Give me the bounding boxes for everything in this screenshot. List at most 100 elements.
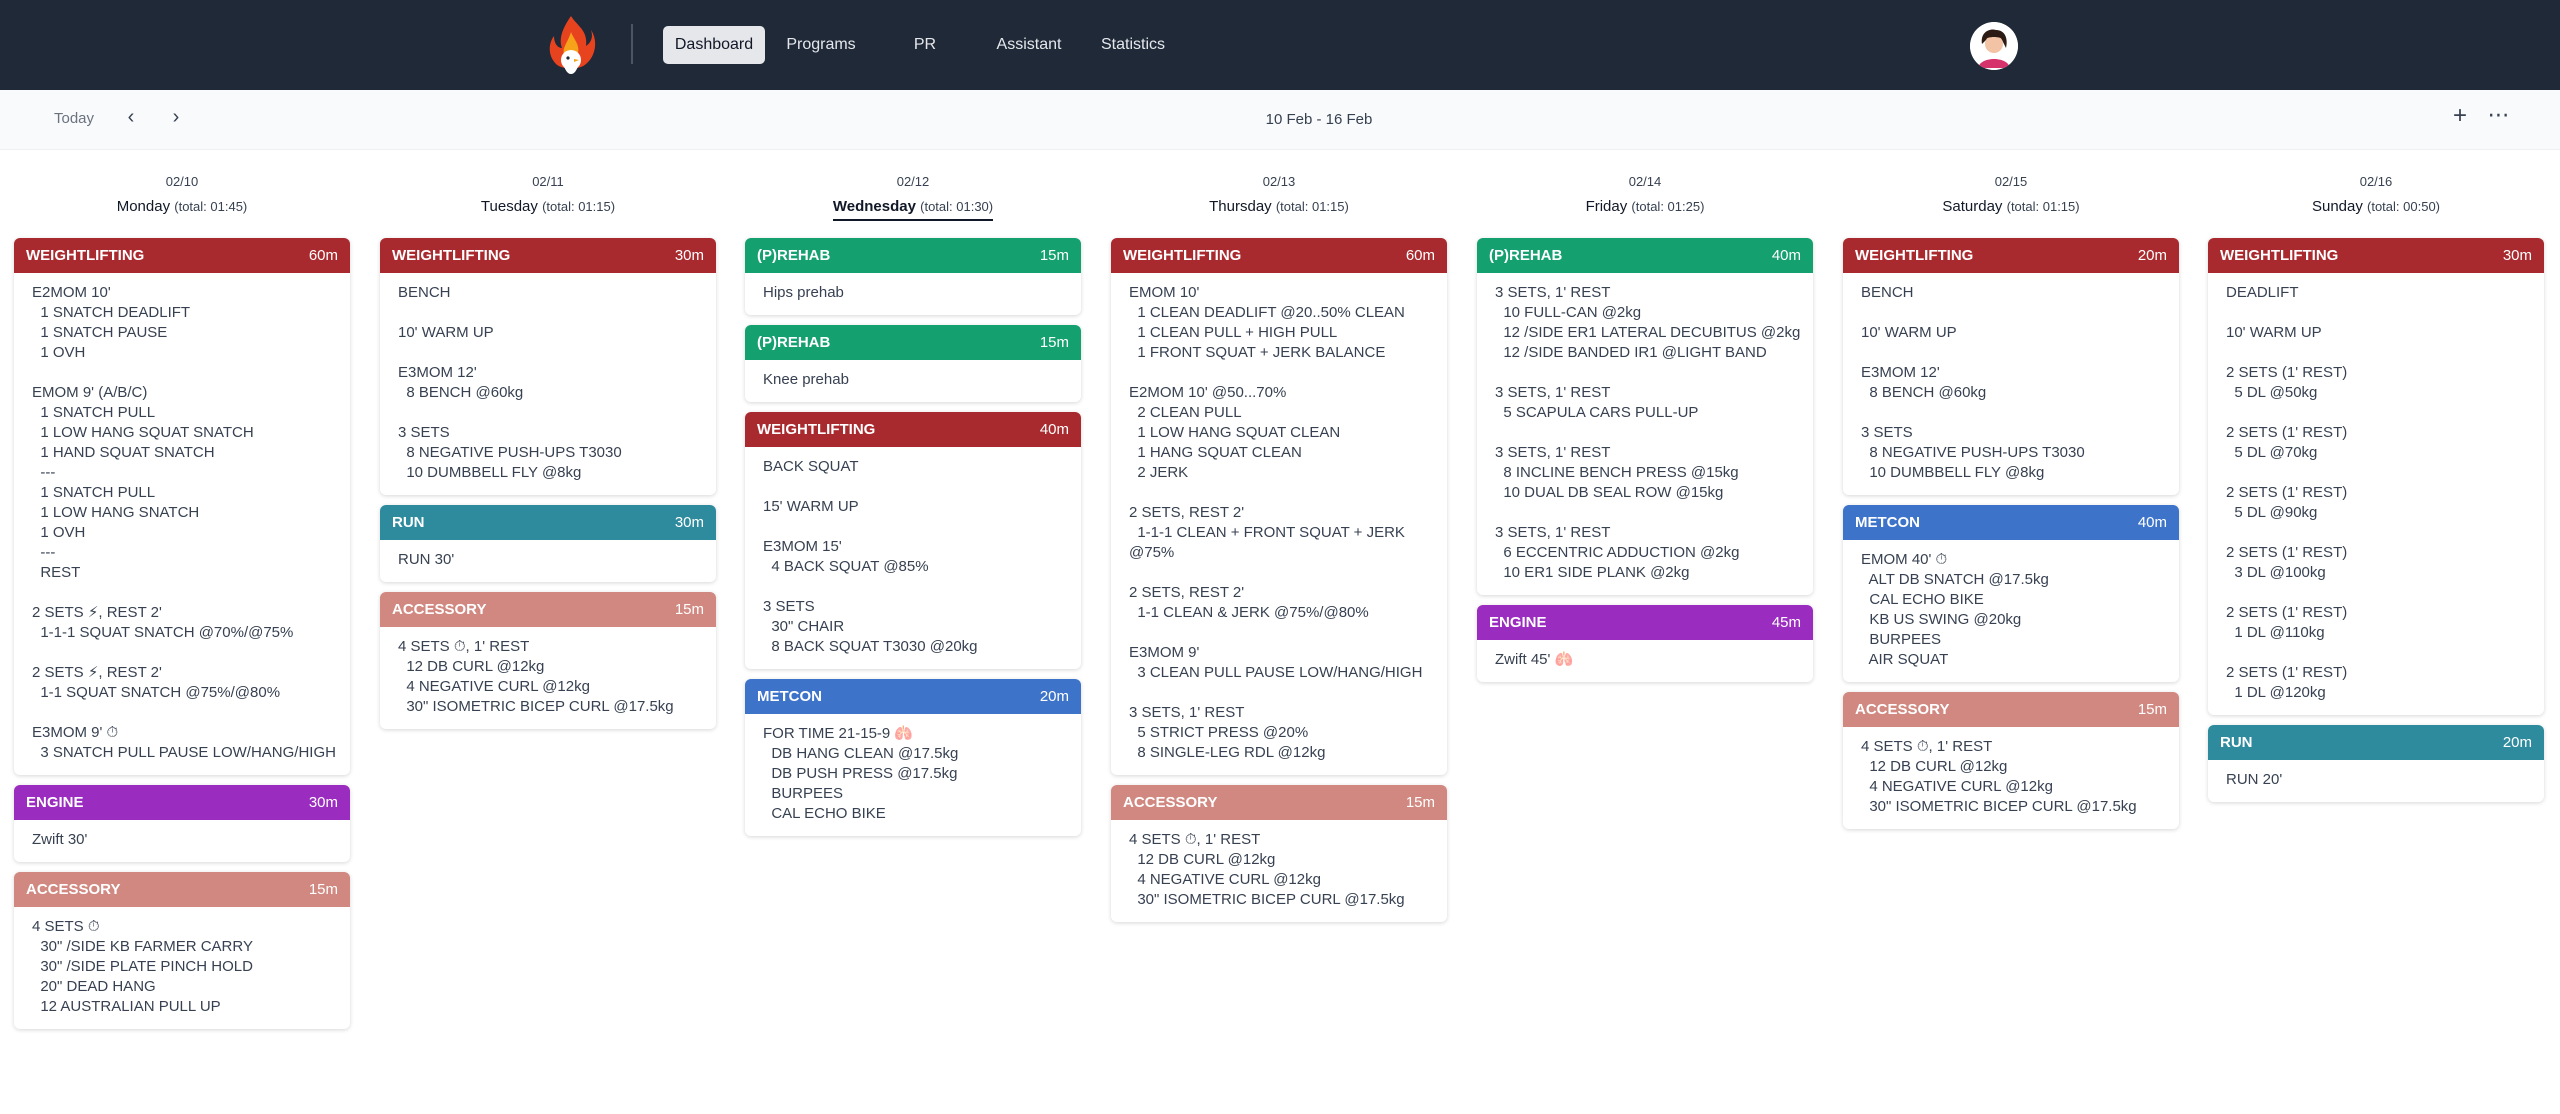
workout-line: 8 NEGATIVE PUSH-UPS T3030 (398, 444, 622, 461)
workout-card-weightlifting[interactable]: WEIGHTLIFTING 30m DEADLIFT 10' WARM UP 2 SET… (2208, 238, 2544, 715)
workout-line: 2 SETS (1' REST) (2226, 664, 2348, 681)
workout-card-engine[interactable]: ENGINE 30m Zwift 30' (14, 785, 350, 862)
workout-line: 12 DB CURL @12kg (398, 658, 545, 675)
day-header[interactable]: 02/10 Monday (total: 01:45) (14, 150, 350, 238)
day-name: Thursday (1209, 198, 1272, 215)
day-title: Wednesday (total: 01:30) (745, 198, 1081, 221)
workout-card-run[interactable]: RUN 20m RUN 20' (2208, 725, 2544, 802)
workout-card-body: RUN 20' (2208, 760, 2544, 802)
date-range-label: 10 Feb - 16 Feb (1265, 111, 1373, 128)
line-spacer (1495, 503, 1795, 523)
workout-card-body: Knee prehab (745, 360, 1081, 402)
workout-card-weightlifting[interactable]: WEIGHTLIFTING 20m BENCH 10' WARM UP E3MOM 12… (1843, 238, 2179, 495)
workout-type: (P)REHAB (1489, 247, 1563, 264)
workout-line: 2 SETS ⚡, REST 2' (32, 664, 162, 681)
workout-card-header: WEIGHTLIFTING 20m (1843, 238, 2179, 273)
day-total: (total: 00:50) (2367, 199, 2441, 214)
workout-line: 12 DB CURL @12kg (1861, 758, 2008, 775)
workout-card-header: (P)REHAB 15m (745, 325, 1081, 360)
workout-card-engine[interactable]: ENGINE 45m Zwift 45' 🫁 (1477, 605, 1813, 682)
workout-line: E3MOM 12' (1861, 364, 1940, 381)
workout-card-weightlifting[interactable]: WEIGHTLIFTING 60m E2MOM 10' 1 SNATCH DEADL… (14, 238, 350, 775)
workout-line: Knee prehab (763, 371, 849, 388)
workout-line: E3MOM 9' (1129, 644, 1200, 661)
nav-pr[interactable]: PR (877, 26, 973, 64)
day-header[interactable]: 02/15 Saturday (total: 01:15) (1843, 150, 2179, 238)
workout-duration: 40m (1771, 247, 1801, 264)
workout-card-weightlifting[interactable]: WEIGHTLIFTING 60m EMOM 10' 1 CLEAN DEADLIF… (1111, 238, 1447, 775)
workout-line: 20" DEAD HANG (32, 978, 156, 995)
workout-line: 10 DUMBBELL FLY @8kg (1861, 464, 2045, 481)
workout-type: ACCESSORY (1123, 794, 1218, 811)
workout-line: 30" /SIDE KB FARMER CARRY (32, 938, 253, 955)
workout-line: 6 ECCENTRIC ADDUCTION @2kg (1495, 544, 1740, 561)
workout-line: KB US SWING @20kg (1861, 611, 2022, 628)
workout-card-body: 3 SETS, 1' REST 10 FULL-CAN @2kg 12 /SID… (1477, 273, 1813, 595)
line-spacer (1495, 423, 1795, 443)
workout-line: 3 SETS, 1' REST (1495, 524, 1611, 541)
more-horizontal-icon[interactable]: ⋯ (2485, 102, 2513, 128)
workout-line: DB HANG CLEAN @17.5kg (763, 745, 959, 762)
workout-card-body: DEADLIFT 10' WARM UP 2 SETS (1' REST) 5 DL… (2208, 273, 2544, 715)
day-header[interactable]: 02/13 Thursday (total: 01:15) (1111, 150, 1447, 238)
day-total: (total: 01:30) (920, 199, 994, 214)
day-total: (total: 01:15) (2006, 199, 2080, 214)
day-header[interactable]: 02/14 Friday (total: 01:25) (1477, 150, 1813, 238)
nav-statistics[interactable]: Statistics (1085, 26, 1181, 64)
nav-dashboard[interactable]: Dashboard (663, 26, 765, 64)
workout-card-run[interactable]: RUN 30m RUN 30' (380, 505, 716, 582)
workout-line: 30" CHAIR (763, 618, 845, 635)
workout-type: WEIGHTLIFTING (392, 247, 511, 264)
workout-line: E3MOM 12' (398, 364, 477, 381)
chevron-left-icon[interactable]: ‹ (120, 106, 142, 130)
workout-line: 30" ISOMETRIC BICEP CURL @17.5kg (1129, 891, 1405, 908)
day-title: Saturday (total: 01:15) (1843, 198, 2179, 215)
workout-card-accessory[interactable]: ACCESSORY 15m 4 SETS ⏱, 1' REST 12 DB CURL… (1111, 785, 1447, 922)
day-date: 02/15 (1994, 174, 2028, 189)
line-spacer (1129, 623, 1429, 643)
workout-line: 1 LOW HANG SQUAT SNATCH (32, 424, 254, 441)
workout-line: 30" ISOMETRIC BICEP CURL @17.5kg (1861, 798, 2137, 815)
workout-card-accessory[interactable]: ACCESSORY 15m 4 SETS ⏱, 1' REST 12 DB CURL… (1843, 692, 2179, 829)
workout-card-prehab[interactable]: (P)REHAB 15m Hips prehab (745, 238, 1081, 315)
nav-assistant[interactable]: Assistant (981, 26, 1077, 64)
nav-programs[interactable]: Programs (773, 26, 869, 64)
workout-card-body: Hips prehab (745, 273, 1081, 315)
workout-card-metcon[interactable]: METCON 20m FOR TIME 21-15-9 🫁 DB HANG CLEA… (745, 679, 1081, 836)
workout-line: E3MOM 15' (763, 538, 842, 555)
day-header[interactable]: 02/16 Sunday (total: 00:50) (2208, 150, 2544, 238)
workout-line: DEADLIFT (2226, 284, 2299, 301)
workout-card-metcon[interactable]: METCON 40m EMOM 40' ⏱ ALT DB SNATCH @17.5k… (1843, 505, 2179, 682)
plus-icon[interactable]: + (2448, 102, 2472, 130)
workout-card-accessory[interactable]: ACCESSORY 15m 4 SETS ⏱, 1' REST 12 DB CURL… (380, 592, 716, 729)
chevron-right-icon[interactable]: › (165, 106, 187, 130)
workout-card-header: METCON 20m (745, 679, 1081, 714)
workout-card-weightlifting[interactable]: WEIGHTLIFTING 40m BACK SQUAT 15' WARM UP E3M… (745, 412, 1081, 669)
line-spacer (1495, 363, 1795, 383)
workout-line: 12 /SIDE BANDED IR1 @LIGHT BAND (1495, 344, 1767, 361)
line-spacer (398, 303, 698, 323)
workout-line: BURPEES (763, 785, 844, 802)
workout-line: DB PUSH PRESS @17.5kg (763, 765, 958, 782)
workout-card-accessory[interactable]: ACCESSORY 15m 4 SETS ⏱ 30" /SIDE KB FARMER… (14, 872, 350, 1029)
workout-line: 30" ISOMETRIC BICEP CURL @17.5kg (398, 698, 674, 715)
today-button[interactable]: Today (54, 110, 94, 127)
workout-line: 1 DL @120kg (2226, 684, 2326, 701)
line-spacer (32, 583, 332, 603)
workout-card-body: 4 SETS ⏱, 1' REST 12 DB CURL @12kg 4 NEG… (1843, 727, 2179, 829)
workout-type: ACCESSORY (392, 601, 487, 618)
workout-line: 1-1-1 SQUAT SNATCH @70%/@75% (32, 624, 294, 641)
workout-line: 1-1 CLEAN & JERK @75%/@80% (1129, 604, 1369, 621)
workout-type: WEIGHTLIFTING (2220, 247, 2339, 264)
app-logo[interactable] (546, 14, 596, 76)
user-avatar[interactable] (1970, 22, 2018, 70)
workout-line: 3 SETS, 1' REST (1495, 284, 1611, 301)
workout-card-prehab[interactable]: (P)REHAB 40m 3 SETS, 1' REST 10 FULL-CAN @… (1477, 238, 1813, 595)
day-header[interactable]: 02/11 Tuesday (total: 01:15) (380, 150, 716, 238)
day-header[interactable]: 02/12 Wednesday (total: 01:30) (745, 150, 1081, 238)
workout-line: 10 DUMBBELL FLY @8kg (398, 464, 582, 481)
workout-line: 1 HAND SQUAT SNATCH (32, 444, 215, 461)
workout-card-weightlifting[interactable]: WEIGHTLIFTING 30m BENCH 10' WARM UP E3MOM 12… (380, 238, 716, 495)
day-name: Tuesday (480, 198, 538, 215)
workout-card-prehab[interactable]: (P)REHAB 15m Knee prehab (745, 325, 1081, 402)
